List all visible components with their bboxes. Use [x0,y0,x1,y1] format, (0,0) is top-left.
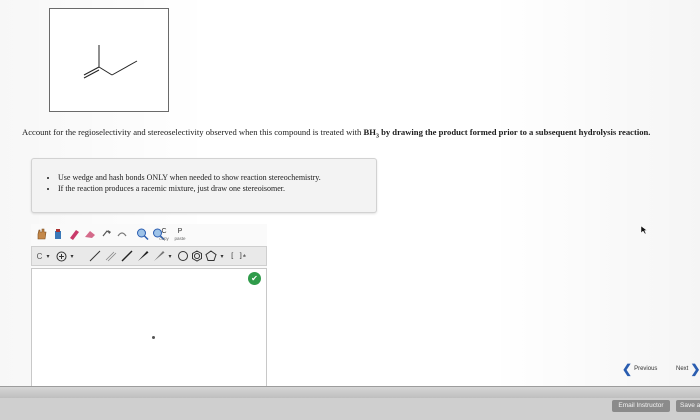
email-instructor-button[interactable]: Email Instructor [612,400,670,412]
alkene-structure-icon [83,45,138,79]
ring-dropdown-icon[interactable]: ▾ [218,249,226,263]
triple-bond-icon[interactable] [120,249,134,263]
charge-dropdown-icon[interactable]: ▾ [68,249,76,263]
copy-label: C [161,227,167,235]
previous-button[interactable]: ❮ Previous [622,362,657,376]
reagent: BH [363,127,376,137]
save-button[interactable]: Save a [676,400,700,412]
paste-label: P [177,227,183,235]
hint-item: Use wedge and hash bonds ONLY when neede… [58,172,321,183]
benzene-ring-icon[interactable] [190,249,204,263]
paste-button[interactable]: P paste [173,225,187,243]
element-dropdown-icon[interactable]: ▾ [44,249,52,263]
hash-bond-icon[interactable] [152,249,166,263]
eraser-tool-icon[interactable] [67,226,81,242]
toolbar-top: C copy P paste [31,224,267,244]
hint-box: Use wedge and hash bonds ONLY when neede… [31,158,377,213]
single-bond-icon[interactable] [88,249,102,263]
next-button[interactable]: Next ❯ [676,362,700,376]
next-label: Next [676,366,689,372]
hand-tool-icon[interactable] [35,226,49,242]
bond-cleaner-icon[interactable] [83,226,97,242]
toolbar-bottom: C ▾ ▾ ▾ ▾ [ ] ± [31,246,267,266]
check-icon[interactable]: ✔ [248,272,261,285]
mouse-cursor-icon [640,222,648,240]
chevron-left-icon: ❮ [622,362,633,376]
charge-bracket-button[interactable]: [ ] ± [228,249,248,263]
copy-sublabel: copy [159,235,169,241]
molecule-image [49,8,169,112]
question-text: Account for the regioselectivity and ste… [22,127,687,143]
wedge-bond-icon[interactable] [136,249,150,263]
hint-list: Use wedge and hash bonds ONLY when neede… [36,172,321,194]
charge-bracket-sup: ± [242,253,246,259]
footer-bottom [0,398,700,420]
hint-item: If the reaction produces a racemic mixtu… [58,183,321,194]
canvas-dot [152,336,155,339]
charge-bracket-label: [ ] [230,252,243,260]
question-prefix: Account for the regioselectivity and ste… [22,127,364,137]
zoom-in-icon[interactable] [135,226,149,242]
cyclopentane-icon[interactable] [204,249,218,263]
bond-dropdown-icon[interactable]: ▾ [166,249,174,263]
copy-button[interactable]: C copy [157,225,171,243]
chevron-right-icon: ❯ [690,362,700,376]
flip-tool-icon[interactable] [115,226,129,242]
paste-sublabel: paste [174,235,186,241]
molecule-editor: C copy P paste C ▾ ▾ ▾ ▾ [] ± [31,224,267,390]
double-bond-icon[interactable] [104,249,118,263]
cyclopropane-icon[interactable] [176,249,190,263]
question-suffix: by drawing the product formed prior to a… [378,127,651,137]
previous-label: Previous [634,366,658,372]
drawing-canvas[interactable] [31,268,267,390]
lasso-tool-icon[interactable] [51,226,65,242]
rotate-tool-icon[interactable] [99,226,113,242]
element-selector[interactable]: C [35,249,44,263]
add-charge-icon[interactable] [54,249,68,263]
